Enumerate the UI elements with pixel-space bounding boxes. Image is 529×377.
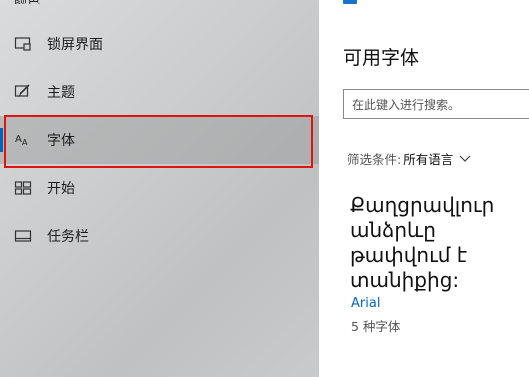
lock-screen-icon <box>13 34 33 54</box>
sidebar-item-colors-partial[interactable]: 颜色 <box>14 0 40 4</box>
search-placeholder: 在此键入进行搜索。 <box>352 98 461 112</box>
sidebar-item-label: 开始 <box>47 181 75 197</box>
theme-brush-icon <box>13 82 33 102</box>
sidebar-item-taskbar[interactable]: 任务栏 <box>0 212 319 260</box>
selection-indicator <box>0 128 3 152</box>
sidebar-item-themes[interactable]: 主题 <box>0 68 319 116</box>
sidebar-item-start[interactable]: 开始 <box>0 164 319 212</box>
checkbox-partial[interactable] <box>343 0 357 4</box>
settings-sidebar: 颜色 锁屏界面 主题 A A 字体 <box>0 0 319 377</box>
font-face-count: 5 种字体 <box>351 319 401 334</box>
sidebar-item-label: 任务栏 <box>47 229 89 245</box>
font-search-input[interactable]: 在此键入进行搜索。 <box>343 89 529 119</box>
sidebar-item-label: 锁屏界面 <box>47 37 103 53</box>
sidebar-item-label: 颜色 <box>14 0 40 4</box>
start-menu-icon <box>13 178 33 198</box>
font-name[interactable]: Arial <box>351 296 380 311</box>
taskbar-icon <box>13 226 33 246</box>
filter-label: 筛选条件: <box>347 152 402 167</box>
sidebar-item-lock-screen[interactable]: 锁屏界面 <box>0 20 319 68</box>
filter-value: 所有语言 <box>403 152 454 167</box>
red-annotation-box <box>4 115 313 168</box>
section-title: 可用字体 <box>343 47 420 69</box>
fonts-page: 可用字体 在此键入进行搜索。 筛选条件: 所有语言 Քաղցրավլուր ան… <box>319 0 529 377</box>
font-preview-text[interactable]: Քաղցրավլուր անձրևը թափվում է տանիքից: <box>350 193 525 293</box>
language-filter[interactable]: 筛选条件: 所有语言 <box>347 149 471 168</box>
chevron-down-icon <box>459 155 471 163</box>
sidebar-item-label: 主题 <box>47 85 75 101</box>
